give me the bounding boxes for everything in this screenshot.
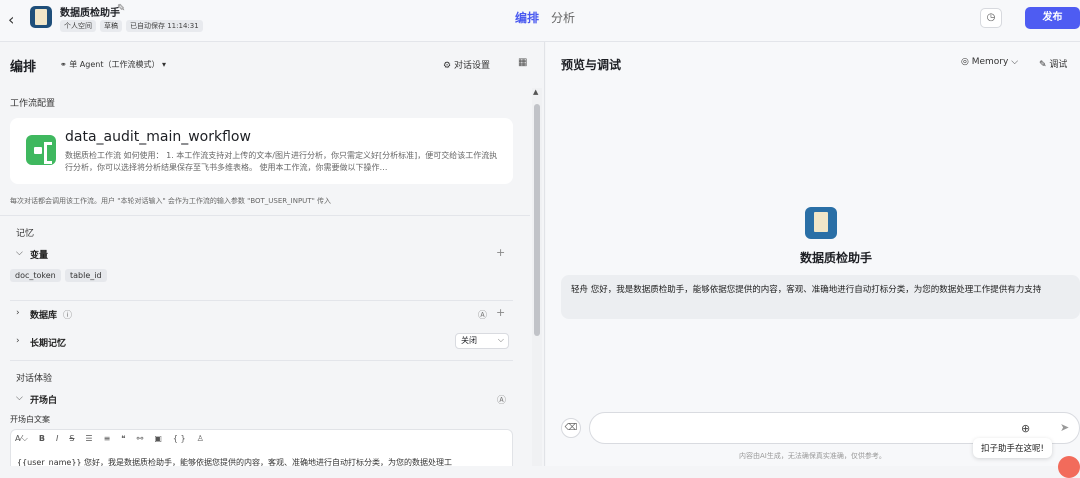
add-database-icon[interactable]: + xyxy=(496,306,505,319)
panel-title: 编排 xyxy=(10,60,37,75)
editor-toolbar: A⁄⌵ B I S ☰ ≡ ❝ ⚯ ▣ { } ♙ xyxy=(15,434,204,444)
strikethrough-icon[interactable]: S xyxy=(69,434,74,444)
link-icon[interactable]: ⚯ xyxy=(137,434,144,444)
workflow-card[interactable]: data_audit_main_workflow 数据质检工作流 如何使用： 1… xyxy=(10,118,513,184)
agent-mode-label: 单 Agent（工作流模式） xyxy=(69,60,160,69)
top-bar: ‹ 数据质检助手 ✎ 个人空间 草稿 已自动保存 11:14:31 编排 分析 … xyxy=(0,0,1080,42)
quote-icon[interactable]: ❝ xyxy=(121,434,125,444)
workflow-section-title: 工作流配置 xyxy=(10,99,56,109)
autosave-badge: 已自动保存 11:14:31 xyxy=(126,20,203,32)
chevron-down-icon[interactable]: ⌵ xyxy=(16,393,23,403)
bot-name: 数据质检助手 xyxy=(799,251,872,265)
numbered-list-icon[interactable]: ≡ xyxy=(104,434,111,444)
debug-button[interactable]: ✎ 调试 xyxy=(1039,57,1067,70)
workflow-description: 数据质检工作流 如何使用： 1. 本工作流支持对上传的文本/图片进行分析，你只需… xyxy=(65,151,498,172)
long-memory-select[interactable]: 关闭 xyxy=(455,333,509,349)
mode-tabs: 编排 分析 xyxy=(515,9,575,26)
variable-tag: table_id xyxy=(65,269,107,282)
app-avatar xyxy=(30,6,52,28)
add-variable-icon[interactable]: + xyxy=(496,246,505,259)
add-attachment-icon[interactable]: ⊕ xyxy=(1021,422,1030,435)
database-title[interactable]: 数据库 xyxy=(30,308,57,321)
info-icon[interactable]: ⓘ xyxy=(63,308,72,321)
back-arrow-icon[interactable]: ‹ xyxy=(8,10,14,29)
bot-avatar xyxy=(805,207,837,239)
arrange-panel: 编排 ⚭ 单 Agent（工作流模式） ▾ ⚙ 对话设置 ▦ 工作流配置 dat… xyxy=(0,42,545,466)
assistant-helper-bubble[interactable]: 扣子助手在这呢! xyxy=(973,438,1052,458)
font-size-icon[interactable]: A⁄⌵ xyxy=(15,434,28,444)
scrollbar-thumb[interactable] xyxy=(534,104,540,336)
workflow-icon xyxy=(26,135,56,165)
code-icon[interactable]: { } xyxy=(173,434,186,444)
auto-icon[interactable]: Ⓐ xyxy=(478,308,487,321)
history-icon: ◷ xyxy=(986,12,996,23)
opening-editor[interactable]: A⁄⌵ B I S ☰ ≡ ❝ ⚯ ▣ { } ♙ {{user_name}} … xyxy=(10,429,513,466)
opening-title[interactable]: 开场白 xyxy=(30,393,57,406)
divider xyxy=(10,300,513,301)
workflow-name: data_audit_main_workflow xyxy=(65,129,251,145)
variable-tag: doc_token xyxy=(10,269,61,282)
greeting-message: 轻舟 您好，我是数据质检助手，能够依据您提供的内容，客观、准确地进行自动打标分类… xyxy=(561,275,1080,319)
tab-arrange[interactable]: 编排 xyxy=(515,9,539,26)
variables-title[interactable]: 变量 xyxy=(30,248,48,261)
draft-badge: 草稿 xyxy=(100,20,122,32)
history-button[interactable]: ◷ xyxy=(980,8,1002,28)
auto-icon[interactable]: Ⓐ xyxy=(497,393,506,406)
dialog-settings-button[interactable]: ⚙ 对话设置 xyxy=(443,58,490,71)
workflow-hint: 每次对话都会调用该工作流。用户 "本轮对话输入" 会作为工作流的输入参数 "BO… xyxy=(10,197,332,205)
opening-text[interactable]: {{user_name}} 您好，我是数据质检助手，能够依据您提供的内容，客观、… xyxy=(17,457,512,466)
chevron-right-icon[interactable]: › xyxy=(16,336,20,346)
user-icon[interactable]: ♙ xyxy=(197,434,204,444)
app-meta: 个人空间 草稿 已自动保存 11:14:31 xyxy=(60,20,203,32)
chevron-right-icon[interactable]: › xyxy=(16,308,20,318)
layout-grid-icon[interactable]: ▦ xyxy=(518,57,527,68)
memory-label: Memory xyxy=(971,57,1009,67)
bullet-list-icon[interactable]: ☰ xyxy=(85,434,92,444)
bold-icon[interactable]: B xyxy=(39,434,45,444)
clear-icon: ⌫ xyxy=(564,423,578,433)
send-icon[interactable]: ➤ xyxy=(1060,421,1069,434)
debug-label: 调试 xyxy=(1049,60,1068,70)
tab-analysis[interactable]: 分析 xyxy=(551,9,575,26)
divider xyxy=(0,215,530,216)
clear-history-button[interactable]: ⌫ xyxy=(561,418,581,438)
publish-button[interactable]: 发布 xyxy=(1025,7,1080,29)
edit-icon[interactable]: ✎ xyxy=(117,3,125,14)
assistant-helper-avatar[interactable] xyxy=(1058,456,1080,478)
preview-panel: 预览与调试 ◎ Memory ⌵ ✎ 调试 数据质检助手 轻舟 您好，我是数据质… xyxy=(546,42,1080,478)
divider xyxy=(10,360,513,361)
disclaimer: 内容由AI生成，无法确保真实准确，仅供参考。 xyxy=(739,452,886,460)
image-icon[interactable]: ▣ xyxy=(154,434,162,444)
space-badge: 个人空间 xyxy=(60,20,96,32)
chevron-down-icon[interactable]: ⌵ xyxy=(16,248,23,258)
long-memory-title[interactable]: 长期记忆 xyxy=(30,336,66,349)
app-name: 数据质检助手 xyxy=(60,8,120,19)
opening-text-label: 开场白文案 xyxy=(10,415,50,424)
memory-section-title: 记忆 xyxy=(16,229,35,239)
dialog-settings-label: 对话设置 xyxy=(453,61,490,71)
dialog-section-title: 对话体验 xyxy=(16,374,53,384)
preview-title: 预览与调试 xyxy=(561,58,622,72)
memory-button[interactable]: ◎ Memory ⌵ xyxy=(961,57,1018,67)
scrollbar[interactable]: ▲ xyxy=(532,88,542,466)
scroll-up-icon[interactable]: ▲ xyxy=(533,88,538,96)
italic-icon[interactable]: I xyxy=(56,434,58,444)
agent-mode-select[interactable]: ⚭ 单 Agent（工作流模式） ▾ xyxy=(60,59,166,70)
